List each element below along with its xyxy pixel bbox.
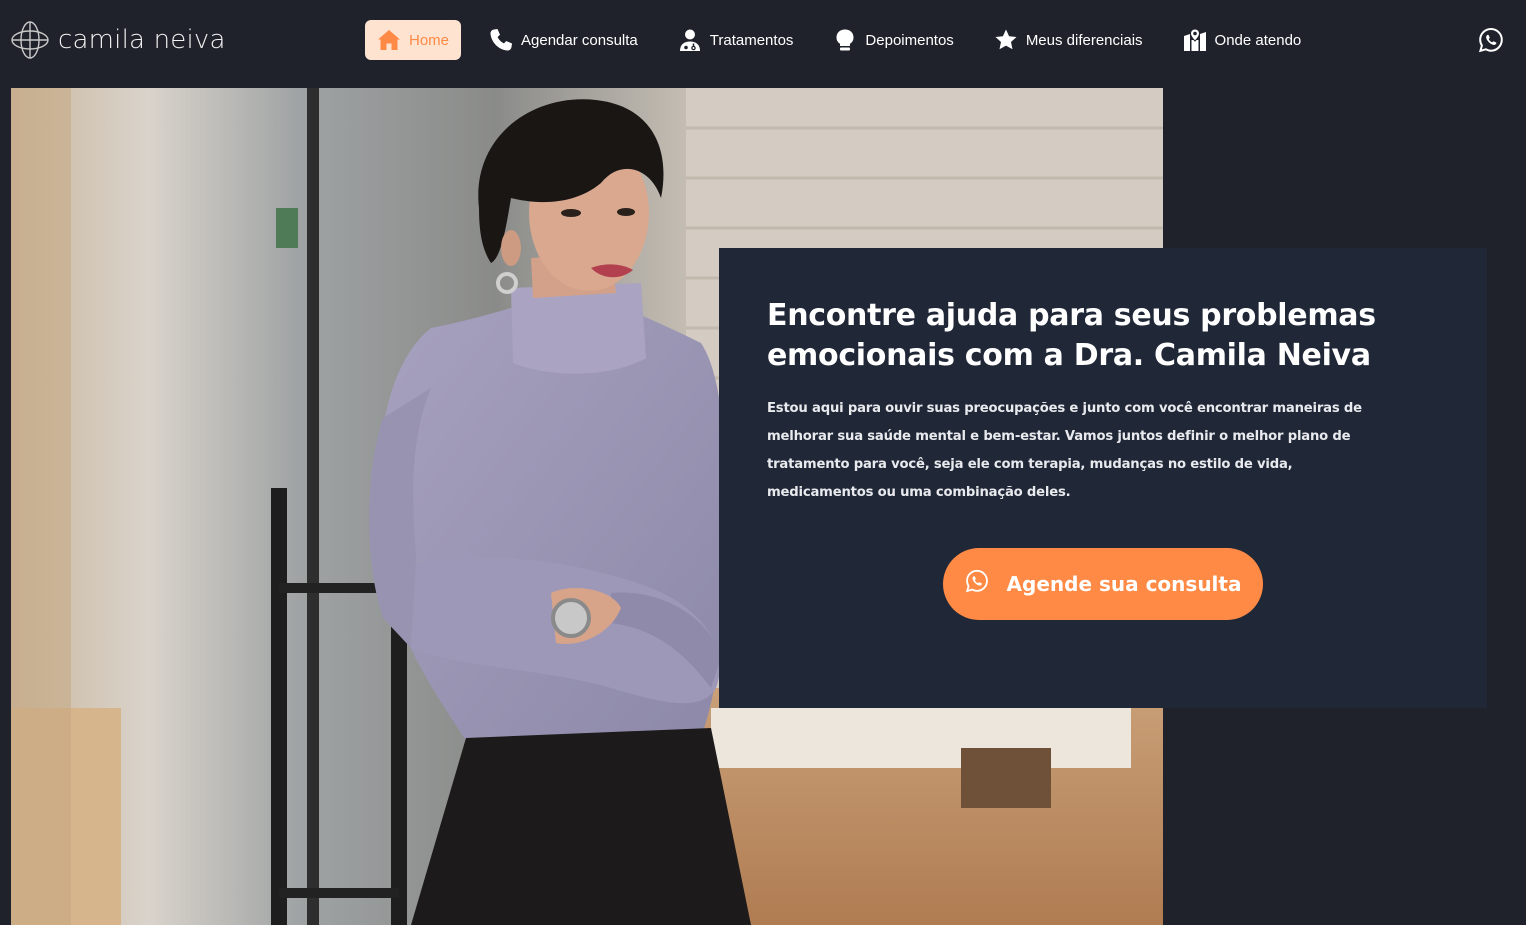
nav-label: Tratamentos bbox=[709, 31, 794, 49]
main-nav: Home Agendar consulta Tratamentos Depoim… bbox=[365, 20, 1329, 60]
nav-item-onde-atendo[interactable]: Onde atendo bbox=[1171, 20, 1314, 60]
hero-description: Estou aqui para ouvir suas preocupações … bbox=[767, 401, 1362, 500]
logo-mark-icon bbox=[11, 21, 49, 59]
nav-label: Onde atendo bbox=[1214, 31, 1302, 49]
nav-item-agendar[interactable]: Agendar consulta bbox=[477, 20, 650, 60]
map-marker-icon bbox=[1183, 28, 1206, 51]
nav-item-tratamentos[interactable]: Tratamentos bbox=[666, 20, 806, 60]
home-icon bbox=[378, 30, 400, 50]
brand-logo[interactable]: camila neiva bbox=[10, 20, 226, 60]
brand-name: camila neiva bbox=[58, 25, 226, 55]
nav-item-depoimentos[interactable]: Depoimentos bbox=[821, 20, 965, 60]
nav-label: Depoimentos bbox=[865, 31, 954, 49]
speech-head-icon bbox=[836, 29, 854, 51]
nav-item-diferenciais[interactable]: Meus diferenciais bbox=[982, 20, 1155, 60]
phone-icon bbox=[490, 29, 513, 51]
star-icon bbox=[995, 29, 1017, 50]
top-navbar: camila neiva Home Agendar consulta Trata… bbox=[0, 0, 1526, 80]
whatsapp-icon bbox=[1478, 27, 1503, 53]
cta-label: Agende sua consulta bbox=[1006, 572, 1242, 596]
nav-label: Meus diferenciais bbox=[1025, 31, 1143, 49]
whatsapp-icon bbox=[965, 569, 988, 593]
nav-label: Agendar consulta bbox=[521, 31, 638, 49]
doctor-icon bbox=[679, 29, 700, 51]
nav-label: Home bbox=[409, 31, 450, 49]
hero-text-panel: Encontre ajuda para seus problemas emoci… bbox=[719, 248, 1487, 708]
schedule-consultation-button[interactable]: Agende sua consulta bbox=[943, 548, 1263, 620]
nav-item-home[interactable]: Home bbox=[365, 20, 462, 60]
hero-title: Encontre ajuda para seus problemas emoci… bbox=[767, 298, 1376, 373]
